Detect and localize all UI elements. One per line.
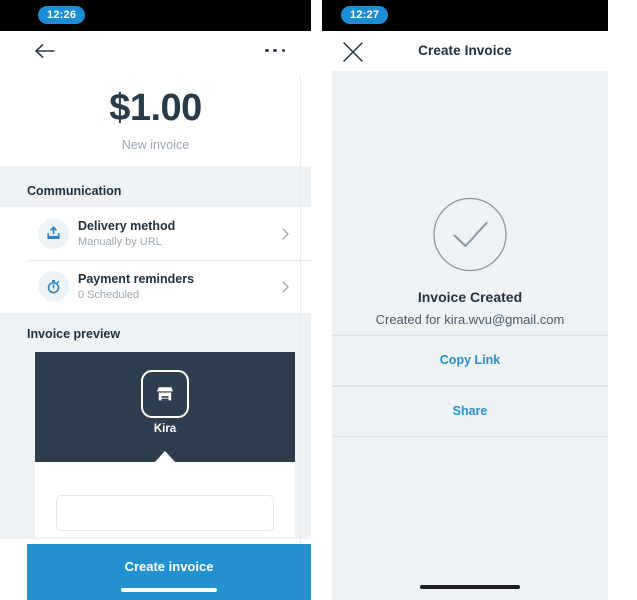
status-bar-time: 12:27 — [341, 6, 389, 24]
invoice-created-content: Invoice Created Created for kira.wvu@gma… — [332, 71, 608, 600]
communication-section-label: Communication — [27, 184, 122, 198]
home-indicator — [121, 588, 217, 592]
invoice-created-screen: 12:27 Create Invoice Invoice Created Cre… — [322, 0, 608, 600]
chevron-right-icon — [282, 280, 289, 293]
row-delivery-method[interactable]: Delivery method Manually by URL — [0, 207, 311, 260]
invoice-subtitle: New invoice — [121, 138, 190, 152]
nav-bar-right: Create Invoice — [322, 31, 608, 71]
invoice-detail-screen: 12:26 $1.00 New invoice Communication De… — [0, 0, 311, 600]
invoice-amount-header: $1.00 New invoice — [0, 71, 311, 166]
chevron-right-icon — [282, 227, 289, 240]
more-horizontal-icon[interactable] — [265, 48, 285, 53]
preview-input-placeholder — [56, 495, 274, 531]
home-indicator — [420, 585, 520, 589]
status-bar-left: 12:26 — [0, 0, 311, 31]
copy-link-label: Copy Link — [439, 353, 501, 367]
back-arrow-icon[interactable] — [33, 42, 55, 60]
delivery-method-title: Delivery method — [78, 219, 176, 233]
upload-share-icon — [38, 218, 69, 249]
storefront-icon — [141, 370, 189, 418]
delivery-method-subtitle: Manually by URL — [78, 236, 162, 248]
page-title: Create Invoice — [418, 43, 512, 58]
divider — [332, 436, 608, 437]
stopwatch-icon — [38, 271, 69, 302]
merchant-name: Kira — [153, 423, 177, 435]
scrollbar-track[interactable] — [300, 74, 301, 544]
create-invoice-label: Create invoice — [124, 559, 214, 574]
invoice-preview-sheet — [35, 462, 295, 537]
invoice-preview-card[interactable]: Kira — [35, 352, 295, 463]
status-bar-time: 12:26 — [38, 6, 86, 24]
invoice-amount: $1.00 — [109, 87, 202, 129]
create-invoice-button[interactable]: Create invoice — [27, 544, 311, 600]
delivery-method-text: Delivery method Manually by URL — [78, 218, 175, 250]
copy-link-button[interactable]: Copy Link — [332, 335, 608, 385]
success-subtitle: Created for kira.wvu@gmail.com — [375, 312, 565, 327]
nav-bar-left — [0, 31, 311, 71]
success-title: Invoice Created — [417, 289, 523, 305]
share-label: Share — [452, 404, 488, 418]
status-bar-right: 12:27 — [322, 0, 608, 31]
row-payment-reminders[interactable]: Payment reminders 0 Scheduled — [0, 260, 311, 313]
check-circle-icon — [432, 196, 509, 273]
payment-reminders-text: Payment reminders 0 Scheduled — [78, 271, 194, 303]
payment-reminders-title: Payment reminders — [78, 272, 195, 286]
communication-section-header: Communication — [0, 166, 311, 207]
invoice-preview-label: Invoice preview — [27, 327, 121, 341]
share-button[interactable]: Share — [332, 386, 608, 436]
invoice-preview-section: Invoice preview Kira — [0, 313, 311, 539]
payment-reminders-subtitle: 0 Scheduled — [78, 289, 140, 301]
